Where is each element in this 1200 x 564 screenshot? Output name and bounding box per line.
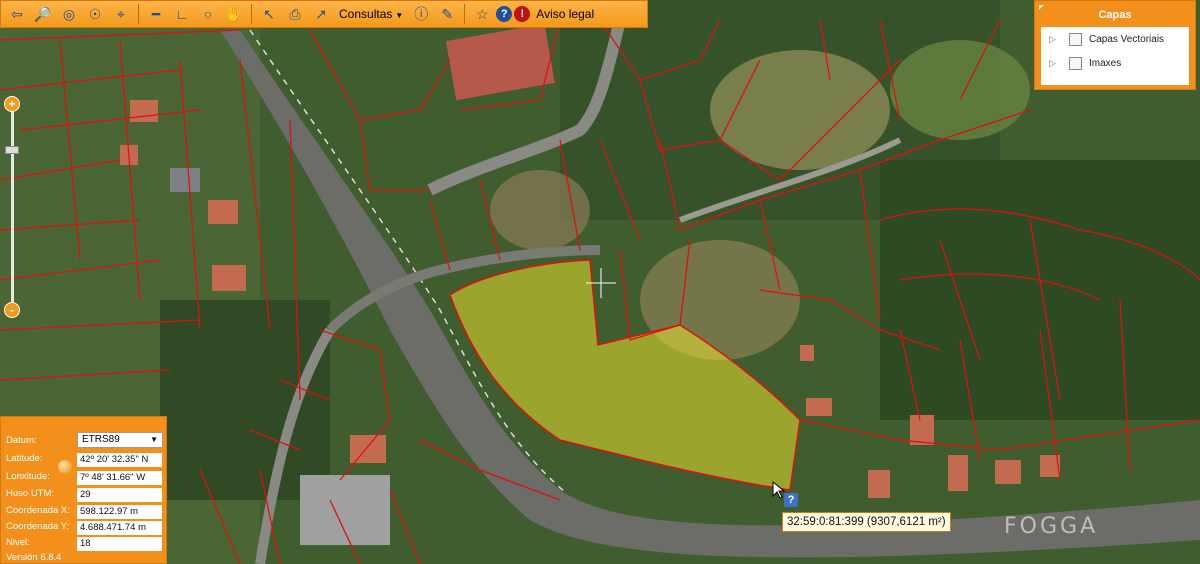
info-window-icon[interactable]: ⓘ xyxy=(409,3,433,25)
expand-arrow-icon[interactable]: ▷ xyxy=(1049,58,1069,69)
toolbar-divider xyxy=(464,4,466,24)
ruler-icon[interactable]: ━ xyxy=(144,3,168,25)
layers-list: ▷ Capas Vectoriais ▷ Imaxes xyxy=(1041,27,1189,85)
lonxitude-label: Lonxitude: xyxy=(6,471,50,482)
zoom-in-button[interactable]: + xyxy=(4,96,20,112)
help-query-icon[interactable]: ? xyxy=(784,493,798,507)
datum-label: Datum: xyxy=(6,435,37,446)
coord-x-label: Coordenada X: xyxy=(6,505,70,516)
aviso-legal-link[interactable]: Aviso legal xyxy=(532,7,598,21)
latitude-value: 42º 20' 32.35" N xyxy=(77,453,162,467)
circle-icon[interactable]: ○ xyxy=(196,3,220,25)
zoom-out-button[interactable]: - xyxy=(4,302,20,318)
chevron-down-icon: ▼ xyxy=(395,11,404,20)
layer-item[interactable]: ▷ Capas Vectoriais xyxy=(1041,27,1189,51)
layer-label: Capas Vectoriais xyxy=(1089,33,1165,45)
huso-label: Huso UTM: xyxy=(6,488,55,499)
angle-icon[interactable]: ∟ xyxy=(170,3,194,25)
zoom-slider[interactable]: + - xyxy=(4,96,20,318)
datum-value: ETRS89 xyxy=(82,434,120,445)
zoom-globe-icon[interactable]: ◎ xyxy=(57,3,81,25)
layer-checkbox[interactable] xyxy=(1069,32,1082,46)
edit-pencil-icon[interactable]: ✎ xyxy=(435,3,459,25)
chevron-down-icon: ▼ xyxy=(150,435,158,444)
hand-icon[interactable]: ✋ xyxy=(222,3,246,25)
parcel-reference-tooltip: 32:59:0:81:399 (9307,6121 m²) xyxy=(782,512,951,532)
crosshair-icon[interactable]: ⌖ xyxy=(109,3,133,25)
consultas-menu[interactable]: Consultas ▼ xyxy=(335,7,407,21)
zoom-track[interactable] xyxy=(11,108,14,304)
coordinates-panel: Datum: ETRS89 ▼ Latitude: 42º 20' 32.35"… xyxy=(0,416,167,564)
huso-value: 29 xyxy=(77,488,162,502)
aerial-map[interactable] xyxy=(0,0,1200,564)
consultas-label: Consultas xyxy=(339,7,393,21)
favorite-star-icon[interactable]: ☆ xyxy=(470,3,494,25)
expand-arrow-icon[interactable]: ▷ xyxy=(1049,34,1069,45)
lonxitude-value: 7º 48' 31.66" W xyxy=(77,471,162,485)
coord-y-label: Coordenada Y: xyxy=(6,521,70,532)
back-arrow-icon[interactable]: ⇦ xyxy=(5,3,29,25)
version-label: Versión 6.8.4 xyxy=(6,552,62,563)
coord-x-value: 598.122.97 m xyxy=(77,505,162,519)
toolbar-divider xyxy=(251,4,252,24)
layer-checkbox[interactable] xyxy=(1069,56,1082,70)
binoculars-icon[interactable]: 🔎 xyxy=(31,3,55,25)
aviso-icon[interactable]: ! xyxy=(514,6,531,22)
layers-panel-title: Capas xyxy=(1098,9,1132,21)
layers-panel: ◤ Capas ▷ Capas Vectoriais ▷ Imaxes xyxy=(1034,0,1196,90)
help-icon[interactable]: ? xyxy=(496,6,513,22)
zoom-handle[interactable] xyxy=(5,146,19,154)
search-globe-icon[interactable]: ☉ xyxy=(83,3,107,25)
datum-select[interactable]: ETRS89 ▼ xyxy=(77,432,163,448)
latitude-label: Latitude: xyxy=(6,453,43,464)
print-icon[interactable]: ⎙ xyxy=(283,3,307,25)
layer-label: Imaxes xyxy=(1089,57,1122,69)
main-toolbar: ⇦ 🔎 ◎ ☉ ⌖ ━ ∟ ○ ✋ ↖ ⎙ ↗ Consultas ▼ ⓘ ✎ ☆… xyxy=(0,0,648,28)
nivel-value: 18 xyxy=(77,537,162,551)
coord-y-value: 4.688.471.74 m xyxy=(77,521,162,535)
nivel-label: Nivel: xyxy=(6,537,30,548)
fogga-watermark: FOGGA xyxy=(1004,514,1099,539)
layer-item[interactable]: ▷ Imaxes xyxy=(1041,51,1189,75)
toolbar-divider xyxy=(138,4,139,24)
collapse-triangle-icon[interactable]: ◤ xyxy=(1039,4,1044,11)
query-pointer-icon[interactable]: ↗ xyxy=(309,3,333,25)
xy-point-icon[interactable]: ↖ xyxy=(257,3,281,25)
globe-icon xyxy=(58,460,72,474)
